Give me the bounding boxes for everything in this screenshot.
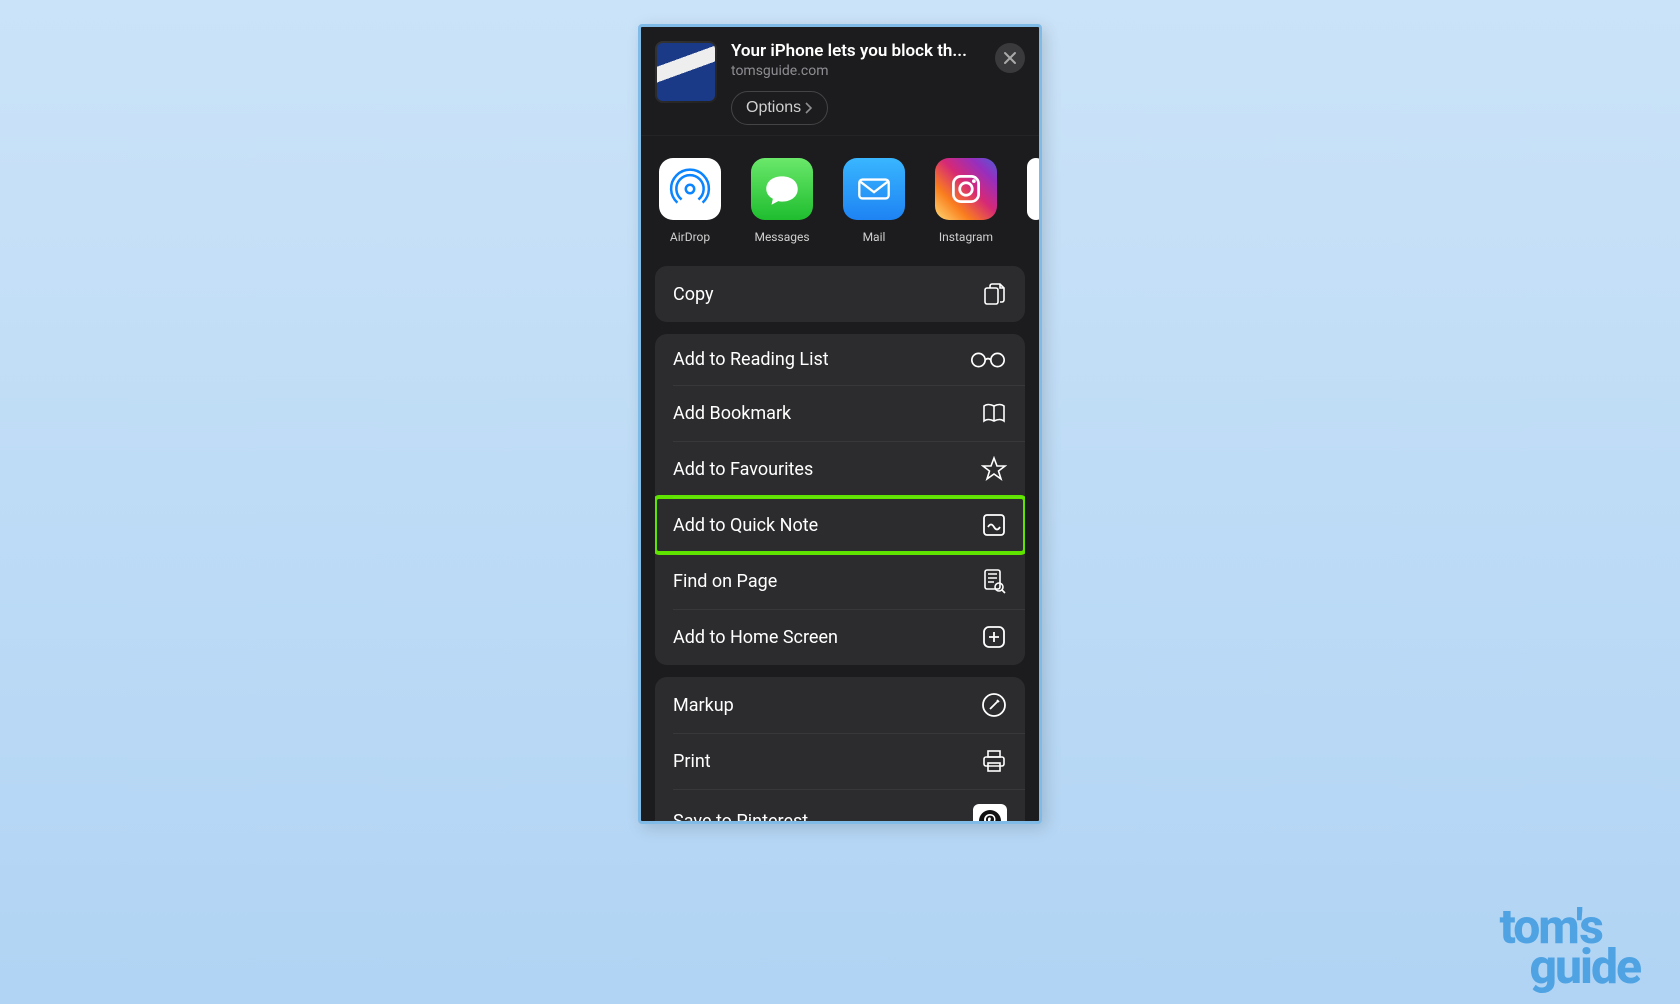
options-label: Options [746, 99, 801, 117]
action-label: Add to Reading List [673, 349, 829, 370]
action-quick-note[interactable]: Add to Quick Note [655, 497, 1025, 553]
watermark: tom's guide [1499, 907, 1640, 986]
action-group: Add to Reading List Add Bookmark Add to … [655, 334, 1025, 665]
instagram-icon [935, 158, 997, 220]
star-icon [981, 456, 1007, 482]
chevron-right-icon [805, 102, 813, 114]
target-label: AirDrop [670, 230, 710, 244]
action-find-on-page[interactable]: Find on Page [655, 553, 1025, 609]
book-icon [981, 400, 1007, 426]
add-home-screen-icon [981, 624, 1007, 650]
actions-list: Copy Add to Reading List Add Bookmark Ad… [641, 266, 1039, 824]
action-label: Add Bookmark [673, 403, 791, 424]
action-favourites[interactable]: Add to Favourites [655, 441, 1025, 497]
action-print[interactable]: Print [655, 733, 1025, 789]
more-target-icon [1027, 158, 1039, 220]
find-on-page-icon [981, 568, 1007, 594]
action-label: Add to Favourites [673, 459, 813, 480]
action-group: Copy [655, 266, 1025, 322]
printer-icon [981, 748, 1007, 774]
action-label: Find on Page [673, 571, 777, 592]
action-bookmark[interactable]: Add Bookmark [655, 385, 1025, 441]
target-label: Instagram [939, 230, 993, 244]
mail-icon [843, 158, 905, 220]
pinterest-icon [973, 804, 1007, 824]
share-target-more[interactable] [1027, 158, 1039, 220]
header-text: Your iPhone lets you block th... tomsgui… [731, 41, 981, 125]
action-reading-list[interactable]: Add to Reading List [655, 334, 1025, 385]
share-domain: tomsguide.com [731, 63, 981, 79]
action-label: Save to Pinterest [673, 811, 808, 825]
close-icon [1003, 51, 1017, 65]
action-home-screen[interactable]: Add to Home Screen [655, 609, 1025, 665]
action-label: Add to Quick Note [673, 515, 818, 536]
glasses-icon [969, 350, 1007, 370]
share-header: Your iPhone lets you block th... tomsgui… [641, 27, 1039, 136]
watermark-line2: guide [1529, 947, 1640, 986]
target-label: Mail [863, 230, 886, 244]
markup-icon [981, 692, 1007, 718]
action-label: Add to Home Screen [673, 627, 838, 648]
page-thumbnail [655, 41, 717, 103]
quick-note-icon [981, 512, 1007, 538]
close-button[interactable] [995, 43, 1025, 73]
share-sheet: Your iPhone lets you block th... tomsgui… [638, 24, 1042, 824]
target-label: Messages [754, 230, 809, 244]
share-target-instagram[interactable]: Instagram [935, 158, 997, 244]
action-pinterest[interactable]: Save to Pinterest [655, 789, 1025, 824]
share-target-airdrop[interactable]: AirDrop [659, 158, 721, 244]
share-targets-row[interactable]: AirDrop Messages Mail Instagram [641, 136, 1039, 266]
action-markup[interactable]: Markup [655, 677, 1025, 733]
share-title: Your iPhone lets you block th... [731, 41, 981, 61]
messages-icon [751, 158, 813, 220]
action-label: Copy [673, 284, 714, 305]
action-label: Print [673, 751, 711, 772]
action-group: Markup Print Save to Pinterest [655, 677, 1025, 824]
share-target-messages[interactable]: Messages [751, 158, 813, 244]
action-label: Markup [673, 695, 734, 716]
action-copy[interactable]: Copy [655, 266, 1025, 322]
share-target-mail[interactable]: Mail [843, 158, 905, 244]
airdrop-icon [659, 158, 721, 220]
copy-icon [981, 281, 1007, 307]
options-button[interactable]: Options [731, 91, 828, 125]
